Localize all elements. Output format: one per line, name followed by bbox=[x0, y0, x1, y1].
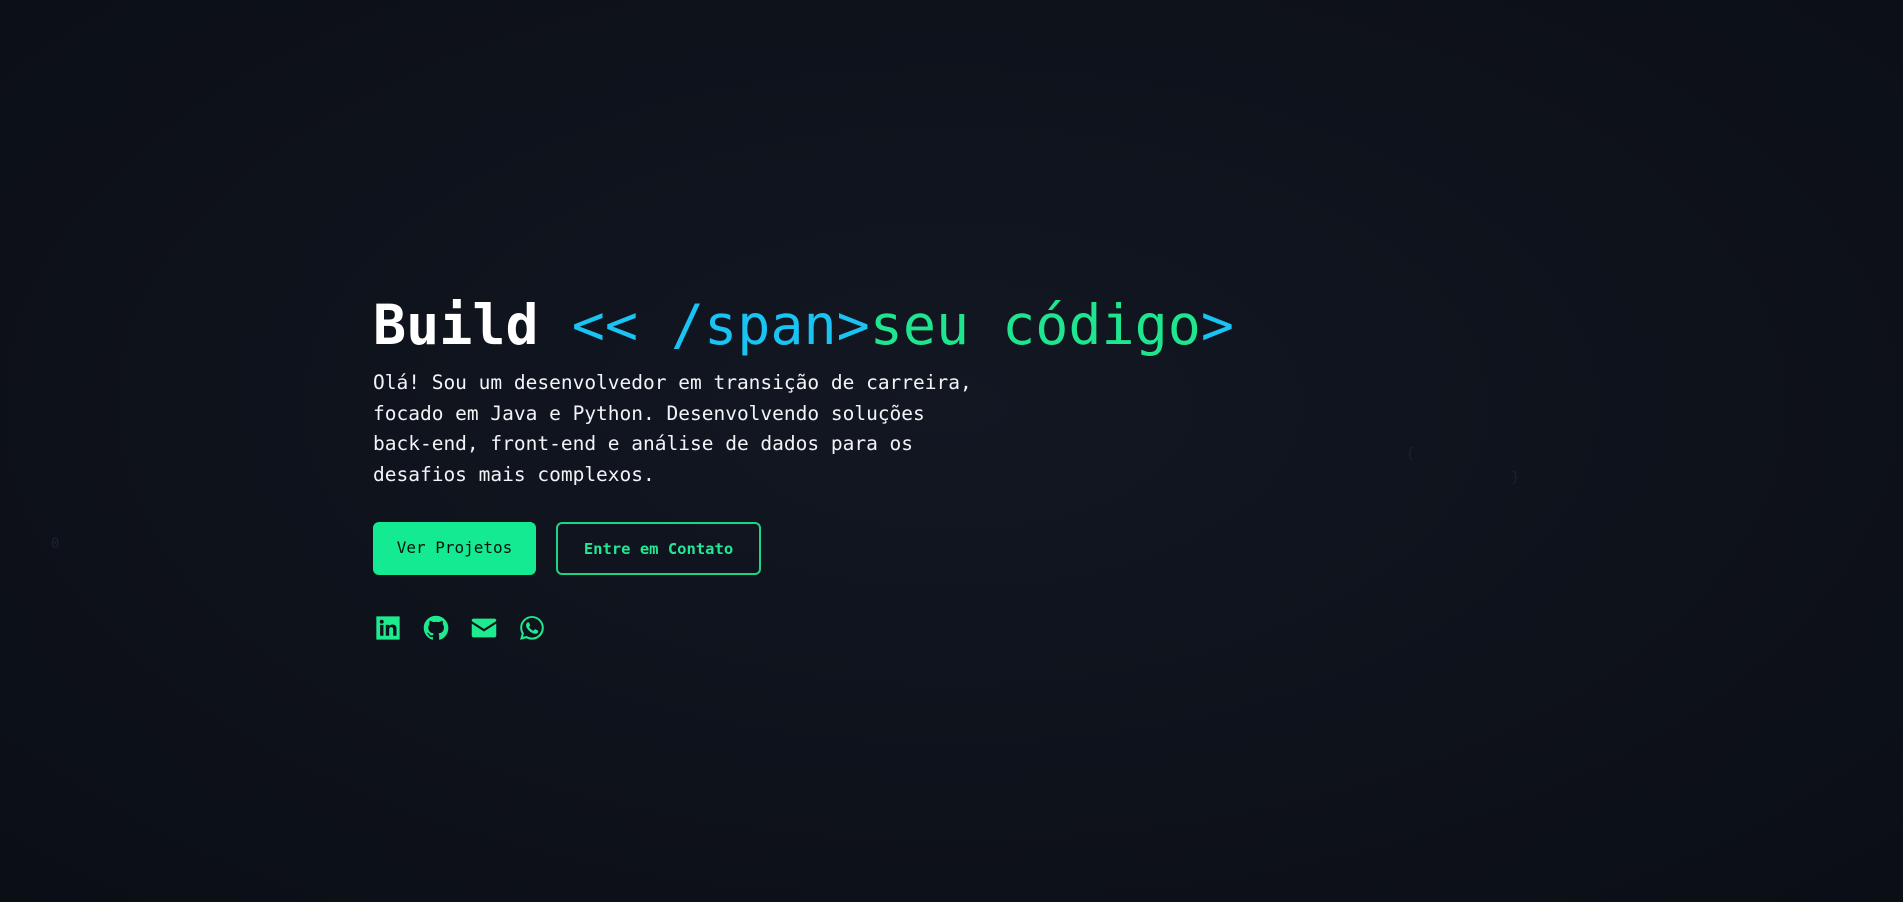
headline-word: Build bbox=[373, 293, 539, 357]
contact-button[interactable]: Entre em Contato bbox=[556, 522, 761, 575]
whatsapp-icon[interactable] bbox=[517, 613, 547, 643]
hero-headline: Build << /span>seu código> bbox=[373, 290, 1273, 360]
background-glyph: { bbox=[1406, 446, 1415, 462]
social-links bbox=[373, 613, 1273, 643]
hero-actions: Ver Projetos Entre em Contato bbox=[373, 522, 1273, 575]
hero-intro: Olá! Sou um desenvolvedor em transição d… bbox=[373, 371, 972, 486]
hero-section: Build << /span>seu código> Olá! Sou um d… bbox=[373, 290, 1273, 643]
linkedin-icon[interactable] bbox=[373, 613, 403, 643]
background-glyph: } bbox=[1511, 470, 1520, 486]
email-icon[interactable] bbox=[469, 613, 499, 643]
background-glyph: 0 bbox=[51, 536, 60, 552]
headline-highlight: seu código bbox=[869, 293, 1201, 357]
view-projects-button[interactable]: Ver Projetos bbox=[373, 522, 536, 575]
github-icon[interactable] bbox=[421, 613, 451, 643]
headline-tag-close: > bbox=[1200, 293, 1234, 357]
headline-tag-open: << /span> bbox=[571, 293, 870, 357]
